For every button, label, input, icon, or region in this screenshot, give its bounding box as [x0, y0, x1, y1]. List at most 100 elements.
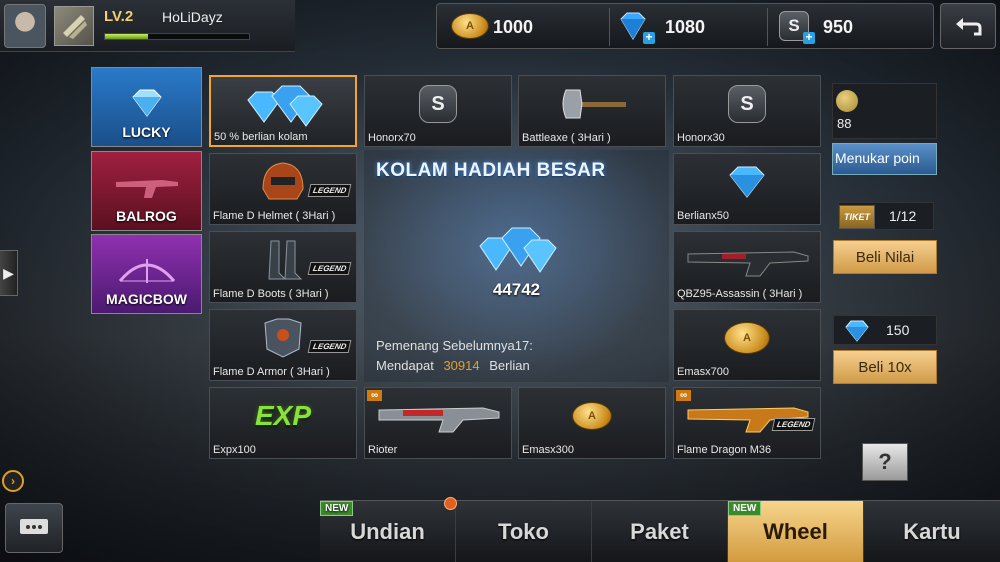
player-level: LV.2: [104, 8, 134, 25]
bottom-tab-bar: NEW Undian Toko Paket NEW Wheel Kartu: [320, 497, 1000, 562]
divider: [767, 8, 768, 46]
exp-icon: EXP: [254, 400, 312, 431]
reward-battleaxe[interactable]: Battleaxe ( 3Hari ): [518, 75, 666, 147]
jackpot-title: KOLAM HADIAH BESAR: [376, 160, 606, 181]
tab-label: Undian: [350, 519, 425, 544]
honor-shield-icon: S: [728, 85, 766, 123]
diamond-pile-icon: [479, 227, 557, 273]
player-name: HoLiDayz: [162, 9, 223, 25]
points-box: 88: [832, 83, 937, 139]
ticket-count: 1/12: [889, 208, 917, 224]
rank-badge-icon: [54, 6, 94, 46]
reward-flame-helmet[interactable]: LEGEND Flame D Helmet ( 3Hari ): [209, 153, 357, 225]
rifle-icon: [378, 407, 500, 433]
category-label: MAGICBOW: [106, 291, 187, 307]
item-label: Flame D Boots ( 3Hari ): [213, 288, 329, 300]
exchange-points-button[interactable]: Menukar poin: [832, 143, 937, 175]
xp-bar: [104, 33, 250, 40]
reward-honor-70[interactable]: S Honorx70: [364, 75, 512, 147]
avatar[interactable]: [4, 4, 46, 48]
gem-count: 1080: [665, 17, 706, 37]
tab-toko[interactable]: Toko: [456, 501, 592, 562]
category-balrog[interactable]: BALROG: [91, 151, 202, 231]
ticket-icon: TIKET: [839, 205, 875, 229]
category-label: BALROG: [116, 208, 177, 224]
buy-value-button[interactable]: Beli Nilai: [833, 240, 937, 274]
reward-diamond-50[interactable]: Berlianx50: [673, 153, 821, 225]
expand-side-arrow[interactable]: ▶: [0, 250, 18, 296]
got-unit: Berlian: [489, 358, 530, 373]
item-label: Berlianx50: [677, 210, 729, 222]
s-point-count: 950: [823, 17, 854, 37]
gem-box: 150: [833, 315, 937, 345]
tab-label: Wheel: [763, 519, 828, 544]
tab-wheel[interactable]: NEW Wheel: [728, 501, 864, 562]
gun-icon: [115, 180, 178, 198]
xp-bar-fill: [105, 34, 149, 39]
legend-badge: LEGEND: [307, 340, 352, 353]
back-button[interactable]: [940, 3, 996, 49]
item-label: QBZ95-Assassin ( 3Hari ): [677, 288, 803, 300]
diamond-icon: [845, 320, 869, 342]
reward-qbz95-assassin[interactable]: QBZ95-Assassin ( 3Hari ): [673, 231, 821, 303]
item-label: Flame D Helmet ( 3Hari ): [213, 210, 336, 222]
category-magicbow[interactable]: MAGICBOW: [91, 234, 202, 314]
item-label: Battleaxe ( 3Hari ): [522, 132, 611, 144]
legend-badge: LEGEND: [771, 418, 816, 431]
reward-rioter[interactable]: ∞ Rioter: [364, 387, 512, 459]
armor-icon: [264, 318, 302, 358]
buy-10x-button[interactable]: Beli 10x: [833, 350, 937, 384]
tab-label: Paket: [630, 519, 689, 544]
legend-badge: LEGEND: [307, 184, 352, 197]
reward-flame-boots[interactable]: LEGEND Flame D Boots ( 3Hari ): [209, 231, 357, 303]
coin-count: 1000: [493, 17, 534, 37]
new-badge: NEW: [320, 501, 354, 516]
ticket-box: TIKET 1/12: [838, 202, 934, 230]
jackpot-amount: 44742: [492, 280, 541, 299]
rifle-icon: [687, 251, 809, 277]
axe-icon: [562, 89, 626, 119]
item-label: Emasx300: [522, 444, 574, 456]
tab-undian[interactable]: NEW Undian: [320, 497, 457, 562]
item-label: Honorx70: [368, 132, 416, 144]
reward-gold-300[interactable]: A Emasx300: [518, 387, 666, 459]
divider: [609, 8, 610, 46]
item-label: Emasx700: [677, 366, 729, 378]
diamond-pile-icon: [247, 85, 323, 127]
player-bar: LV.2 HoLiDayz: [0, 0, 295, 52]
reward-flame-armor[interactable]: LEGEND Flame D Armor ( 3Hari ): [209, 309, 357, 381]
tab-kartu[interactable]: Kartu: [864, 501, 1000, 562]
diamond-icon: [131, 89, 162, 117]
bow-icon: [118, 259, 175, 283]
help-button[interactable]: ?: [862, 443, 908, 481]
item-label: Expx100: [213, 444, 256, 456]
tab-paket[interactable]: Paket: [592, 501, 728, 562]
currency-bar: A 1000 + 1080 S + 950: [436, 3, 934, 49]
legend-badge: LEGEND: [307, 262, 352, 275]
new-badge: NEW: [728, 501, 762, 516]
honor-shield-icon: S: [419, 85, 457, 123]
add-gems-button[interactable]: +: [643, 31, 655, 44]
item-label: Rioter: [368, 444, 398, 456]
reward-flame-dragon-m36[interactable]: ∞ LEGEND Flame Dragon M36: [673, 387, 821, 459]
add-s-points-button[interactable]: +: [803, 31, 815, 44]
smiley-icon: [836, 90, 858, 112]
circle-arrow-icon[interactable]: ›: [2, 470, 24, 492]
gold-coin-icon: A: [451, 13, 489, 39]
category-lucky[interactable]: LUCKY: [91, 67, 202, 147]
reward-gold-700[interactable]: A Emasx700: [673, 309, 821, 381]
item-label: 50 % berlian kolam: [214, 131, 308, 143]
reward-exp[interactable]: EXP Expx100: [209, 387, 357, 459]
previous-winner: Pemenang Sebelumnya17:: [376, 338, 533, 353]
boots-icon: [268, 240, 303, 280]
previous-winnings: Mendapat 30914 Berlian: [376, 358, 530, 373]
chat-button[interactable]: [5, 503, 63, 553]
reward-honor-30[interactable]: S Honorx30: [673, 75, 821, 147]
tab-label: Toko: [498, 519, 549, 544]
points-value: 88: [837, 116, 852, 131]
tab-label: Kartu: [903, 519, 961, 544]
reward-diamond-pool[interactable]: 50 % berlian kolam: [209, 75, 357, 147]
jackpot-panel: KOLAM HADIAH BESAR 44742 Pemenang Sebelu…: [364, 150, 669, 382]
category-label: LUCKY: [122, 124, 171, 140]
helmet-icon: [262, 162, 304, 200]
